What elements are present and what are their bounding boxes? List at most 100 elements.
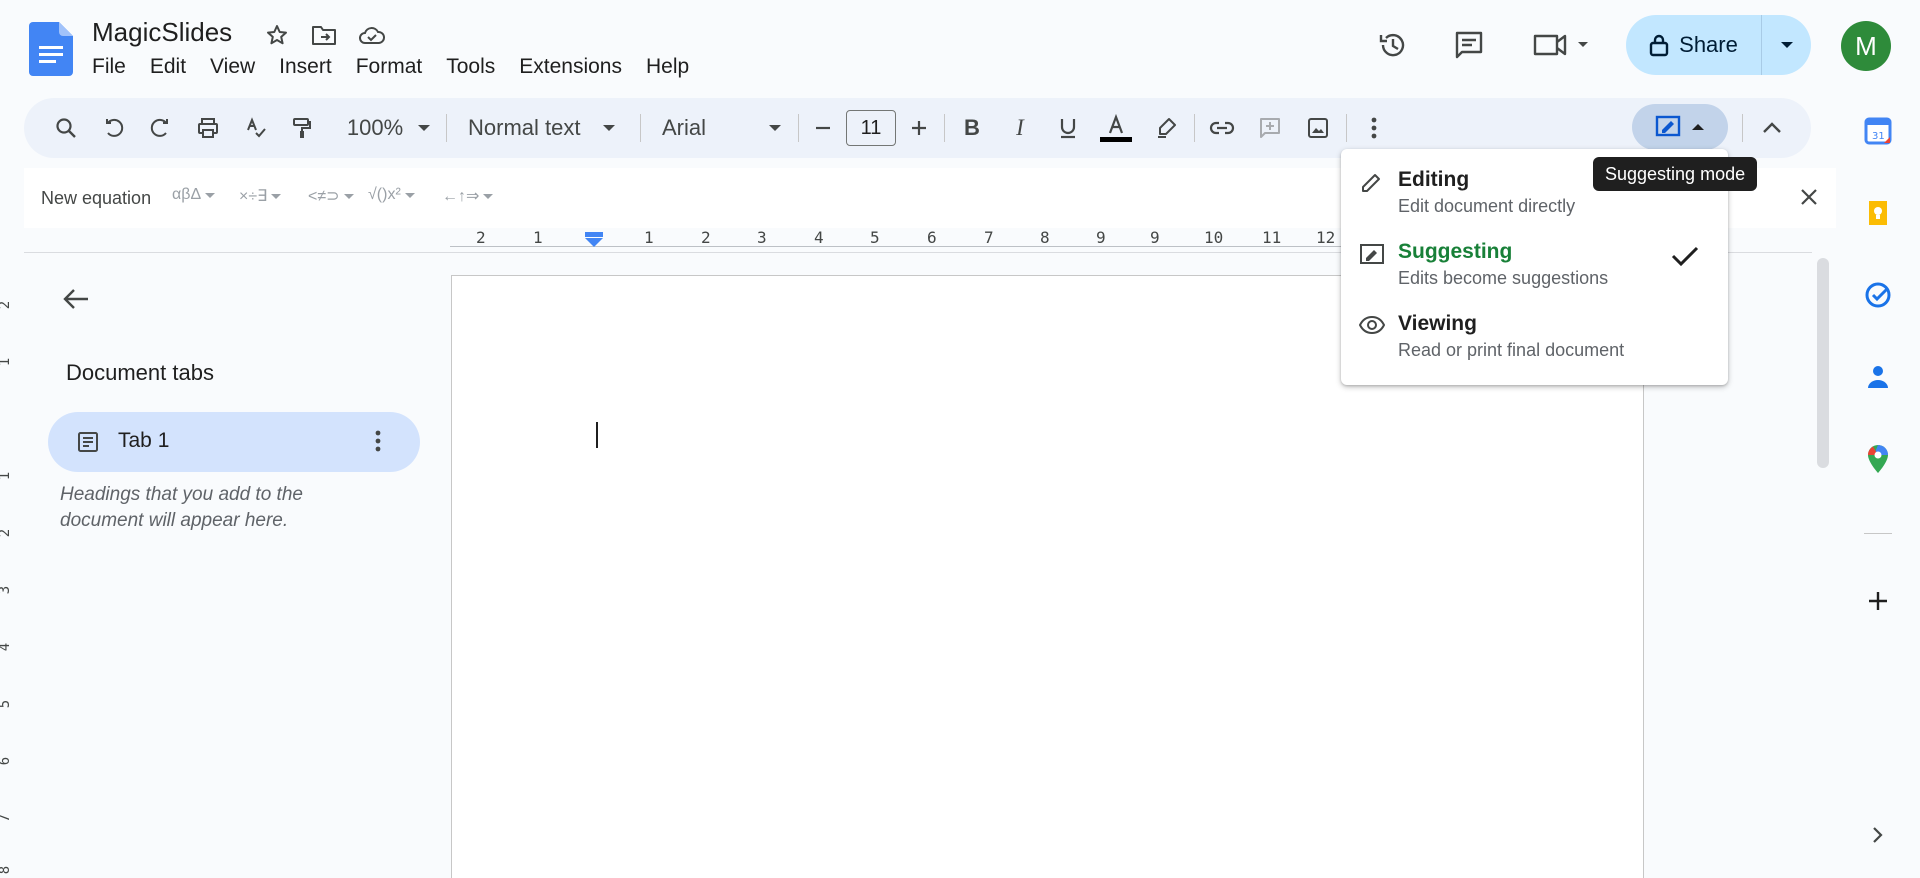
undo-icon[interactable] [94, 108, 134, 148]
menu-tools[interactable]: Tools [434, 52, 507, 82]
mode-option-viewing[interactable]: Viewing Read or print final document [1341, 297, 1728, 369]
decrease-font-size-icon[interactable] [806, 108, 840, 148]
zoom-select[interactable]: 100% [334, 108, 444, 148]
ruler-number: 8 [0, 866, 13, 874]
eq-group-label: ×÷∃ [239, 188, 268, 205]
menu-extensions[interactable]: Extensions [507, 52, 634, 82]
vertical-ruler[interactable]: 2 1 1 2 3 4 5 6 7 8 [0, 252, 22, 878]
ruler-number: 3 [0, 586, 13, 594]
ruler-number: 11 [1262, 228, 1282, 247]
tooltip: Suggesting mode [1593, 157, 1758, 191]
ruler-number: 1 [644, 228, 654, 247]
side-panel: 31 [1836, 95, 1920, 878]
more-options-icon[interactable] [1354, 108, 1394, 148]
menu-view[interactable]: View [198, 52, 267, 82]
chevron-down-icon [404, 192, 415, 198]
keep-icon[interactable] [1858, 193, 1898, 233]
print-icon[interactable] [188, 108, 228, 148]
docs-logo-icon[interactable] [29, 22, 73, 76]
tab-item[interactable]: Tab 1 [48, 412, 420, 472]
eq-group-label: √()x² [368, 186, 401, 203]
comments-icon[interactable] [1446, 22, 1492, 68]
mode-option-title: Viewing [1398, 312, 1477, 335]
bold-icon[interactable]: B [952, 108, 992, 148]
menu-help[interactable]: Help [634, 52, 701, 82]
toolbar-divider [1346, 114, 1347, 142]
math-operations-menu[interactable]: √()x² [368, 186, 416, 204]
zoom-value: 100% [346, 115, 404, 140]
chevron-down-icon [205, 192, 216, 198]
tab-more-options-icon[interactable] [368, 428, 388, 454]
ruler-number: 2 [476, 228, 486, 247]
ruler-number: 5 [0, 700, 13, 708]
toolbar-divider [1742, 114, 1743, 142]
indent-marker-icon[interactable] [584, 232, 604, 248]
insert-link-icon[interactable] [1202, 108, 1242, 148]
chevron-down-icon [271, 193, 282, 199]
hide-menus-icon[interactable] [1752, 108, 1792, 148]
arrows-menu[interactable]: ←↑⇒ [442, 186, 494, 206]
italic-icon[interactable]: I [1000, 108, 1040, 148]
version-history-icon[interactable] [1370, 22, 1416, 68]
font-size-input[interactable]: 11 [846, 110, 896, 146]
menu-edit[interactable]: Edit [138, 52, 198, 82]
chevron-down-icon [769, 125, 782, 131]
chevron-down-icon [418, 125, 431, 131]
mode-option-desc: Read or print final document [1398, 340, 1625, 360]
pencil-icon [1359, 171, 1383, 195]
redo-icon[interactable] [140, 108, 180, 148]
mode-option-desc: Edit document directly [1398, 196, 1576, 216]
document-title[interactable]: MagicSlides [92, 17, 232, 48]
editing-mode-button[interactable] [1632, 104, 1728, 150]
underline-icon[interactable] [1048, 108, 1088, 148]
text-cursor [596, 422, 598, 448]
avatar[interactable]: M [1841, 21, 1891, 71]
mode-option-suggesting[interactable]: Suggesting Edits become suggestions [1341, 225, 1728, 297]
increase-font-size-icon[interactable] [902, 108, 936, 148]
back-arrow-icon[interactable] [58, 281, 94, 317]
chevron-down-icon [483, 193, 494, 199]
font-select[interactable]: Arial [654, 108, 808, 148]
text-color-icon[interactable] [1096, 108, 1136, 148]
spellcheck-icon[interactable] [236, 108, 276, 148]
maps-icon[interactable] [1858, 439, 1898, 479]
move-folder-icon[interactable] [309, 20, 339, 50]
greek-letters-menu[interactable]: αβΔ [172, 186, 216, 204]
ruler-number: 2 [0, 301, 13, 309]
relations-menu[interactable]: <≠⊃ [308, 186, 355, 206]
chevron-down-icon [603, 125, 616, 131]
toolbar-divider [944, 114, 945, 142]
horizontal-ruler[interactable]: 2 1 1 2 3 4 5 6 7 8 9 10 11 12 13 9 [450, 226, 1450, 250]
operators-menu[interactable]: ×÷∃ [239, 186, 282, 206]
tasks-icon[interactable] [1858, 275, 1898, 315]
add-comment-icon[interactable] [1250, 108, 1290, 148]
new-equation-button[interactable]: New equation [41, 188, 151, 209]
ruler-number: 1 [533, 228, 543, 247]
calendar-icon[interactable]: 31 [1858, 111, 1898, 151]
insert-image-icon[interactable] [1298, 108, 1338, 148]
highlight-color-icon[interactable] [1146, 108, 1186, 148]
ruler-number: 1 [0, 358, 13, 366]
menu-insert[interactable]: Insert [267, 52, 344, 82]
toolbar-divider [446, 114, 447, 142]
ruler-number: 2 [701, 228, 711, 247]
star-icon[interactable] [262, 20, 292, 50]
style-select[interactable]: Normal text [460, 108, 640, 148]
chevron-right-icon[interactable] [1858, 815, 1898, 855]
menu-file[interactable]: File [80, 52, 138, 82]
share-dropdown-button[interactable] [1762, 15, 1811, 75]
scrollbar[interactable] [1817, 258, 1829, 468]
share-label: Share [1679, 32, 1738, 57]
meet-icon[interactable] [1528, 22, 1598, 68]
cloud-saved-icon[interactable] [357, 20, 387, 50]
contacts-icon[interactable] [1858, 357, 1898, 397]
add-addon-icon[interactable] [1858, 581, 1898, 621]
paint-format-icon[interactable] [282, 108, 322, 148]
search-menus-icon[interactable] [46, 108, 86, 148]
share-button[interactable]: Share [1626, 15, 1761, 75]
document-icon [76, 430, 100, 454]
menu-format[interactable]: Format [344, 52, 435, 82]
outline-hint: Headings that you add to the document wi… [60, 484, 303, 531]
close-equation-icon[interactable] [1794, 182, 1824, 212]
eye-icon [1359, 315, 1385, 335]
